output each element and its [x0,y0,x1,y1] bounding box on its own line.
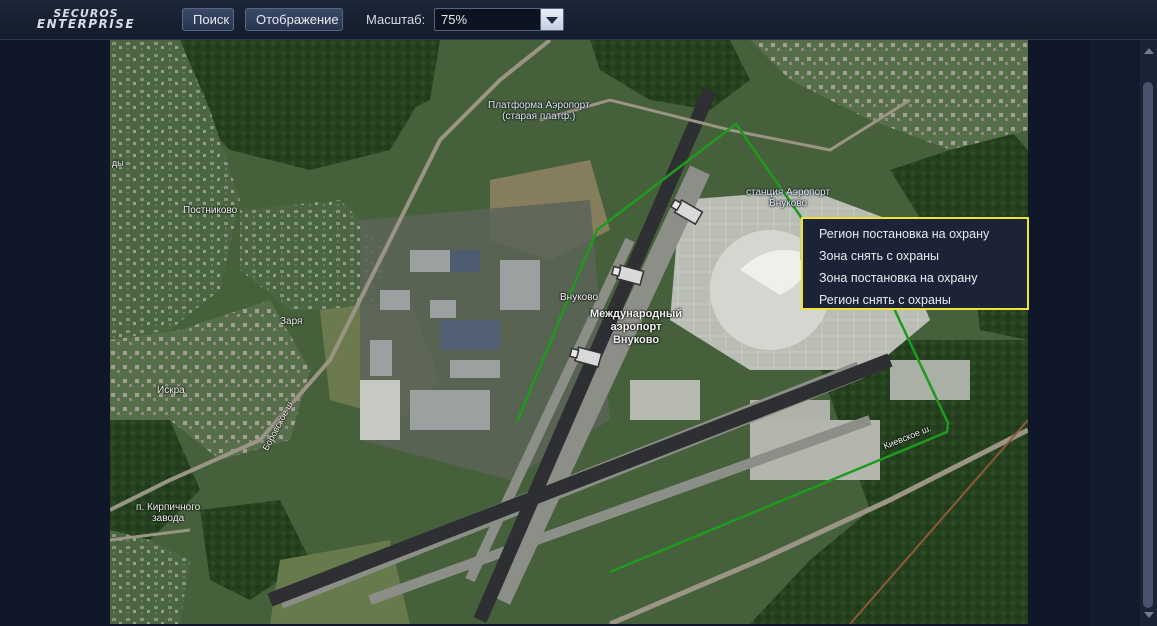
menu-item-region-disarm[interactable]: Регион снять с охраны [803,289,1027,311]
station-line1: станция Аэропорт [746,187,831,198]
scroll-thumb[interactable] [1143,82,1153,608]
side-panel-strip [1090,40,1140,626]
menu-item-zone-arm[interactable]: Зона постановка на охрану [803,267,1027,289]
map-label-dy: ды [112,158,124,168]
satellite-map[interactable]: Постниково Заря Искра ды Платформа Аэроп… [110,40,1028,624]
scroll-up-icon[interactable] [1144,48,1154,54]
securos-logo: SECUROS ENTERPRISE [20,8,152,34]
camera-icon[interactable] [610,262,650,290]
vertical-scrollbar[interactable] [1140,40,1157,626]
map-label-kirpich: п. Кирпичного завода [136,502,200,524]
map-imagery [110,40,1028,624]
airport-line1: Международный [589,308,682,320]
camera-icon[interactable] [568,344,608,372]
map-label-postnikovo: Постниково [183,205,238,216]
map-label-platform: Платформа Аэропорт (старая платф.) [488,100,590,122]
display-button[interactable]: Отображение [245,8,343,31]
map-label-zarya: Заря [280,316,303,327]
chevron-down-icon[interactable] [540,9,563,30]
logo-line2: ENTERPRISE [36,17,136,31]
airport-line3: Внуково [612,334,660,346]
map-label-station: станция Аэропорт Внуково [746,187,830,209]
platform-line2: (старая платф.) [502,111,576,122]
menu-item-region-arm[interactable]: Регион постановка на охрану [803,223,1027,245]
scale-value: 75% [441,12,468,27]
map-label-vnukovo: Внуково [560,292,599,303]
top-toolbar: SECUROS ENTERPRISE Поиск Отображение Мас… [0,0,1157,40]
platform-line1: Платформа Аэропорт [488,100,590,111]
kirpich-line1: п. Кирпичного [136,502,201,513]
station-line2: Внуково [769,198,808,209]
scroll-down-icon[interactable] [1144,612,1154,618]
menu-item-zone-disarm[interactable]: Зона снять с охраны [803,245,1027,267]
search-button[interactable]: Поиск [182,8,234,31]
scale-label: Масштаб: [366,12,426,27]
map-label-iskra: Искра [157,385,185,396]
camera-icon[interactable] [668,199,708,227]
airport-line2: аэропорт [610,321,662,333]
context-menu: Регион постановка на охрану Зона снять с… [801,217,1029,310]
map-label-airport: Международный аэропорт Внуково [584,308,688,347]
kirpich-line2: завода [152,513,185,524]
scale-select[interactable]: 75% [434,8,564,31]
